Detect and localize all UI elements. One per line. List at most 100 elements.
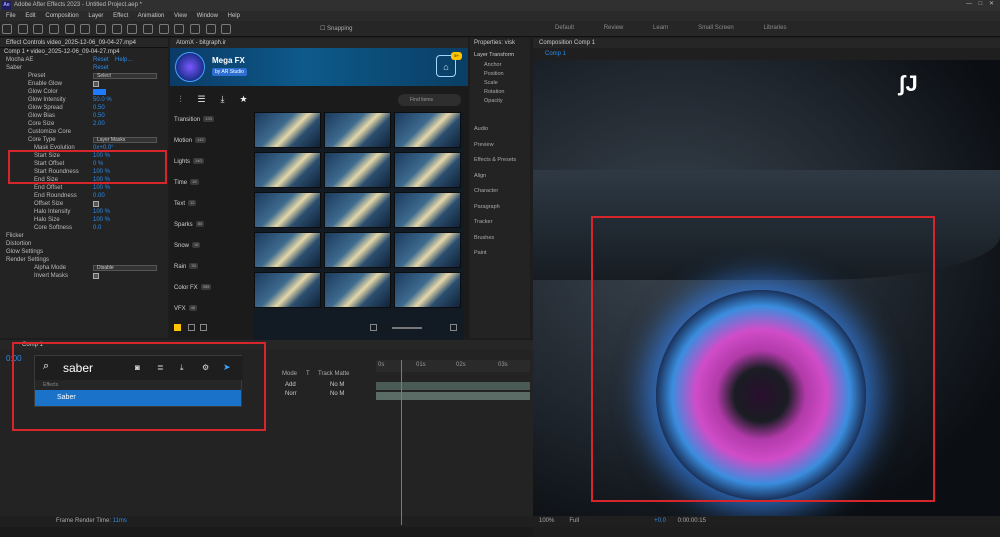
transform-property[interactable]: Scale — [484, 80, 498, 86]
layer-2-bar[interactable] — [376, 392, 530, 400]
preset-thumbnail[interactable] — [394, 192, 461, 228]
preset-thumbnail[interactable] — [394, 232, 461, 268]
effect-row[interactable]: Flicker — [0, 232, 168, 240]
effect-row[interactable]: Offset Size — [0, 200, 168, 208]
music-icon[interactable] — [200, 324, 207, 331]
preset-thumbnail[interactable] — [254, 192, 321, 228]
search-input[interactable]: saber — [63, 361, 93, 375]
preset-thumbnail[interactable] — [324, 232, 391, 268]
effect-row[interactable]: Invert Masks — [0, 272, 168, 280]
transform-property[interactable]: Anchor — [484, 62, 501, 68]
effect-dropdown[interactable]: Select — [93, 73, 157, 79]
menu-view[interactable]: View — [174, 13, 187, 19]
pen-tool-icon[interactable] — [127, 24, 138, 34]
effect-row[interactable]: End Offset 100 % — [0, 184, 168, 192]
maximize-icon[interactable]: □ — [979, 1, 983, 7]
category-item[interactable]: Time 16 — [174, 174, 246, 192]
effect-row[interactable]: Halo Intensity 100 % — [0, 208, 168, 216]
preset-thumbnail[interactable] — [254, 112, 321, 148]
effect-row-value[interactable]: Reset — [93, 64, 109, 72]
close-icon[interactable]: ✕ — [989, 1, 994, 7]
effect-row[interactable]: Alpha Mode Disable — [0, 264, 168, 272]
preset-thumbnail[interactable] — [324, 192, 391, 228]
menu-help[interactable]: Help — [228, 13, 240, 19]
effect-row[interactable]: Glow Bias 0.50 — [0, 112, 168, 120]
send-icon[interactable]: ➤ — [223, 362, 231, 373]
effect-checkbox[interactable] — [93, 201, 99, 207]
effect-row[interactable]: Glow Intensity 50.0 % — [0, 96, 168, 104]
type-tool-icon[interactable] — [143, 24, 154, 34]
camera-icon[interactable]: ◙ — [135, 363, 140, 372]
settings-gear-icon[interactable]: ⚙ — [202, 363, 209, 372]
window-controls[interactable]: — □ ✕ — [966, 0, 994, 7]
effect-row[interactable]: Render Settings — [0, 256, 168, 264]
rotate-tool-icon[interactable] — [64, 24, 75, 34]
effect-row[interactable]: Mask Evolution 0x+0.0° — [0, 144, 168, 152]
effect-row-value[interactable]: 100 % — [93, 216, 110, 224]
playhead[interactable] — [401, 360, 402, 525]
category-item[interactable]: Transition 133 — [174, 111, 246, 129]
menu-window[interactable]: Window — [197, 13, 218, 19]
effect-row-value[interactable]: 0x+0.0° — [93, 144, 114, 152]
workspace-small-screen[interactable]: Small Screen — [698, 25, 734, 31]
layer-1-bar[interactable] — [376, 382, 530, 390]
brush-tool-icon[interactable] — [158, 24, 169, 34]
transform-property[interactable]: Position — [484, 71, 504, 77]
menu-layer[interactable]: Layer — [88, 13, 103, 19]
selection-tool-icon[interactable] — [17, 24, 28, 34]
effect-row-value[interactable]: 0.50 — [93, 112, 105, 120]
preset-thumbnail[interactable] — [254, 232, 321, 268]
clone-tool-icon[interactable] — [174, 24, 185, 34]
effect-row[interactable]: Core Size 2.00 — [0, 120, 168, 128]
effect-row[interactable]: Distortion — [0, 240, 168, 248]
preset-thumbnail[interactable] — [324, 152, 391, 188]
category-item[interactable]: Lights 140 — [174, 153, 246, 171]
preset-thumbnail[interactable] — [254, 272, 321, 308]
preset-thumbnail[interactable] — [394, 112, 461, 148]
list-view-icon[interactable]: ≣ — [157, 363, 164, 372]
help-link[interactable]: Help... — [115, 56, 132, 64]
eraser-tool-icon[interactable] — [190, 24, 201, 34]
rectangle-tool-icon[interactable] — [111, 24, 122, 34]
time-ruler[interactable]: 0s 01s 02s 03s — [376, 360, 530, 372]
workspace-learn[interactable]: Learn — [653, 25, 668, 31]
workspace-libraries[interactable]: Libraries — [763, 25, 786, 31]
effect-checkbox[interactable] — [93, 81, 99, 87]
transform-property[interactable]: Rotation — [484, 89, 505, 95]
effect-row-value[interactable]: 100 % — [93, 184, 110, 192]
resolution-select[interactable]: Full — [569, 518, 579, 524]
layer-1-mode[interactable]: Add — [285, 382, 296, 388]
panel-item[interactable]: Effects & Presets — [474, 157, 516, 163]
effect-row-value[interactable]: 0.00 — [93, 192, 105, 200]
properties-tab[interactable]: Properties: visk — [470, 38, 530, 48]
menu-animation[interactable]: Animation — [138, 13, 165, 19]
info-icon[interactable] — [174, 324, 181, 331]
effect-row-value[interactable]: Reset — [93, 56, 109, 64]
effect-row-value[interactable]: 100 % — [93, 208, 110, 216]
fit-large-icon[interactable] — [450, 324, 457, 331]
effect-row[interactable]: Glow Spread 0.50 — [0, 104, 168, 112]
category-item[interactable]: Sparks 84 — [174, 216, 246, 234]
panel-item[interactable]: Align — [474, 173, 486, 179]
effect-row[interactable]: Customize Core — [0, 128, 168, 136]
favorites-star-icon[interactable]: ★ — [238, 94, 249, 105]
category-item[interactable]: Text 12 — [174, 195, 246, 213]
panel-item[interactable]: Paragraph — [474, 204, 500, 210]
effect-row[interactable]: Glow Settings — [0, 248, 168, 256]
effect-row[interactable]: Preset Select — [0, 72, 168, 80]
panel-item[interactable]: Tracker — [474, 219, 492, 225]
puppet-tool-icon[interactable] — [221, 24, 232, 34]
effect-row[interactable]: Mocha AE Reset Help... — [0, 56, 168, 64]
preset-thumbnail[interactable] — [254, 152, 321, 188]
effect-row-value[interactable]: 50.0 % — [93, 96, 112, 104]
fit-small-icon[interactable] — [370, 324, 377, 331]
preset-thumbnail[interactable] — [324, 112, 391, 148]
effect-row[interactable]: Enable Glow — [0, 80, 168, 88]
grid-view-icon[interactable] — [188, 324, 195, 331]
layer-1-matte[interactable]: No M — [330, 382, 344, 388]
download-icon[interactable]: ⤓ — [180, 363, 184, 373]
layer-2-mode[interactable]: Norr — [285, 391, 297, 397]
workspace-default[interactable]: Default — [555, 25, 574, 31]
import-icon[interactable]: ⤓ — [217, 94, 228, 105]
layer-2-matte[interactable]: No M — [330, 391, 344, 397]
